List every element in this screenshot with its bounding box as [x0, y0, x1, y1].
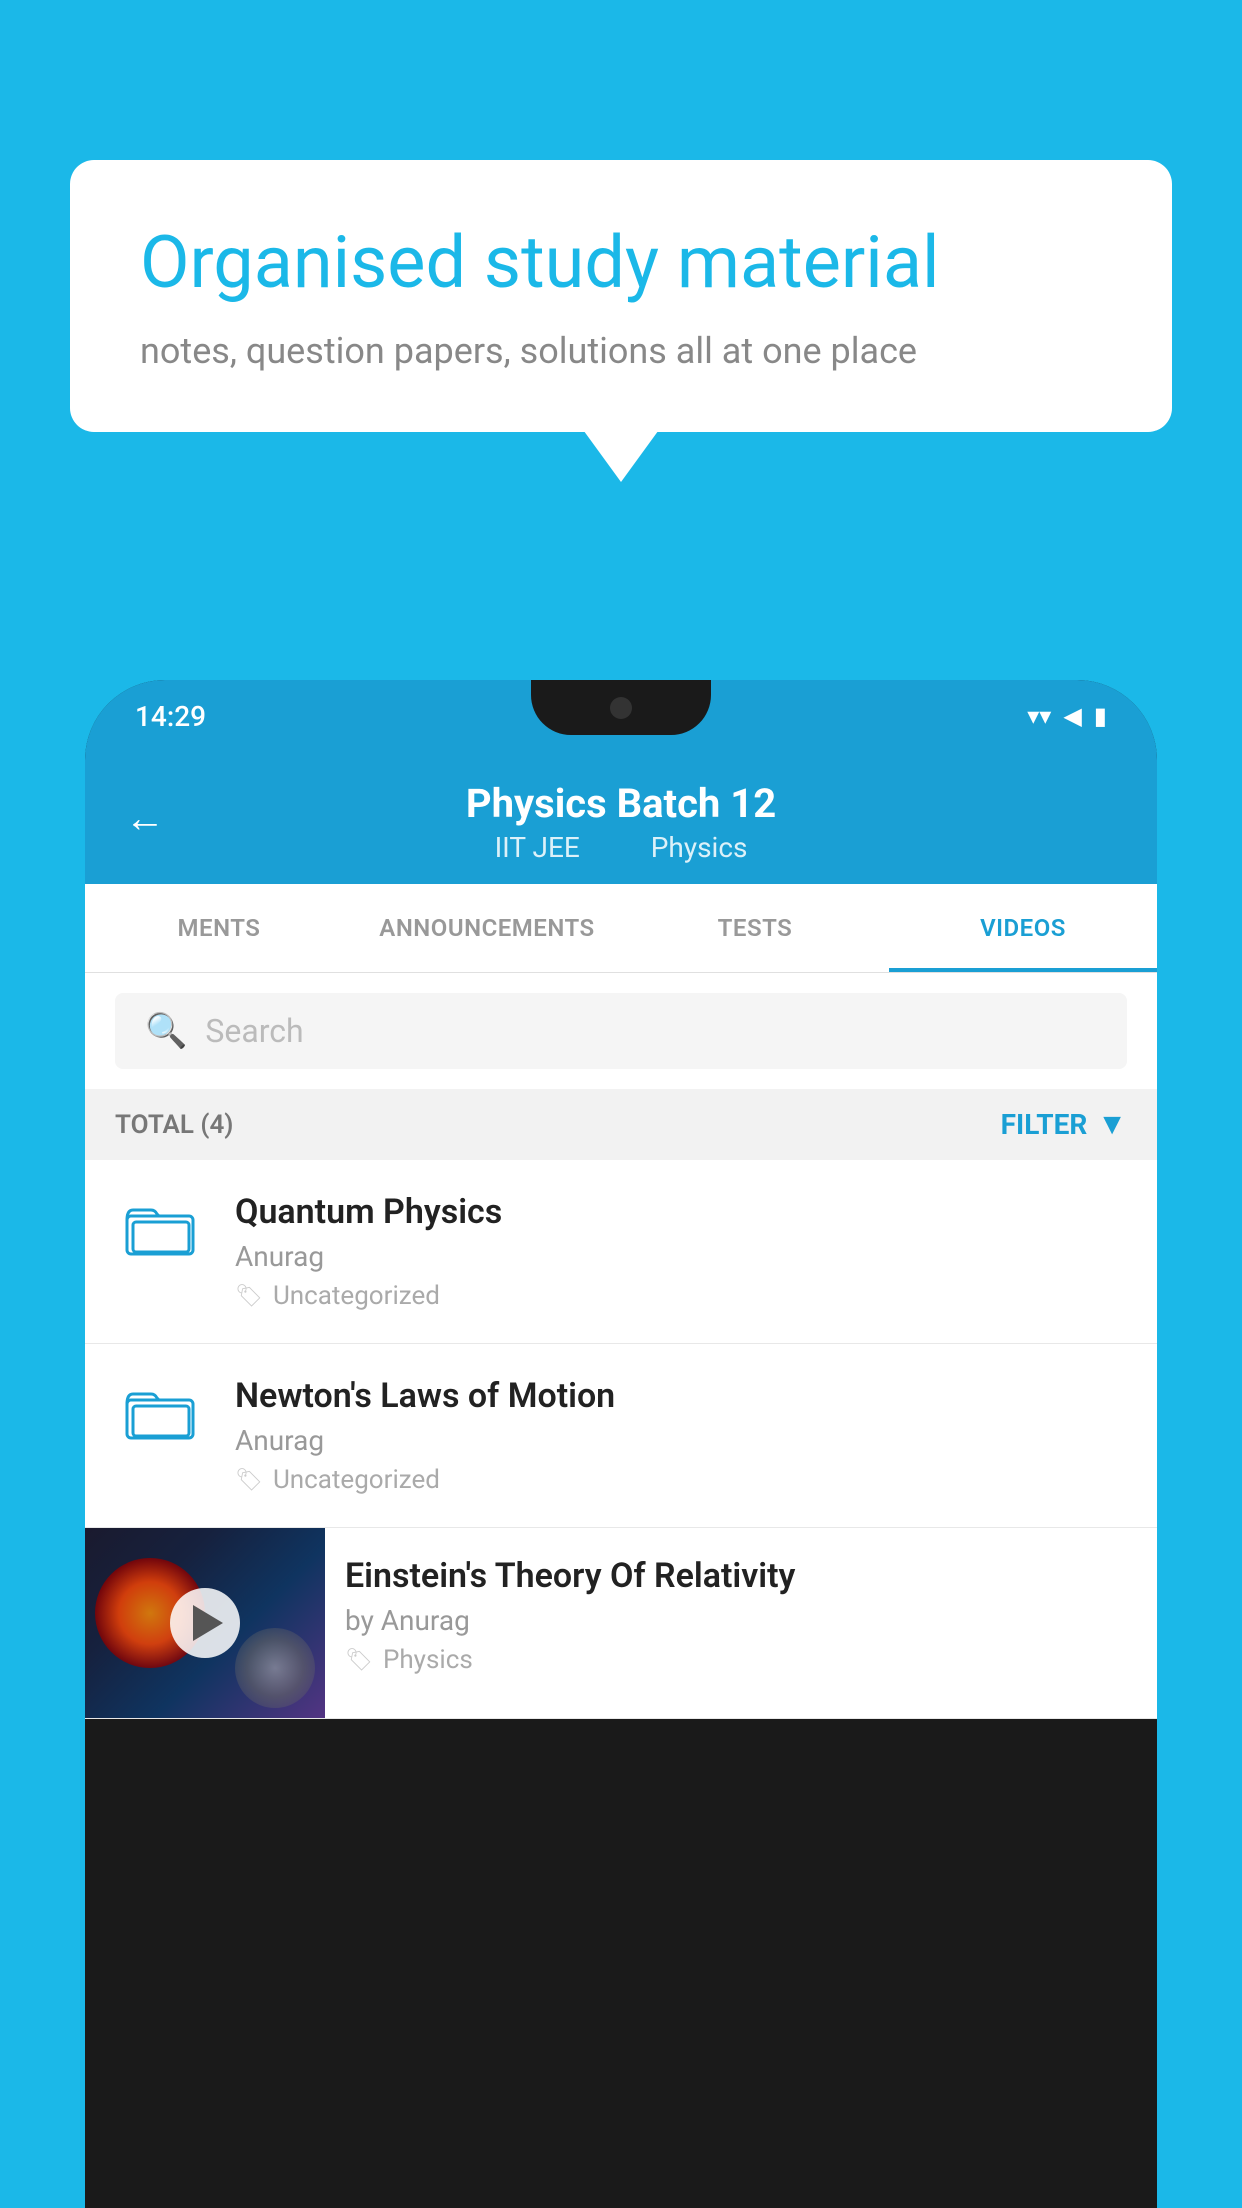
list-item-video[interactable]: Einstein's Theory Of Relativity by Anura…	[85, 1528, 1157, 1719]
signal-icon: ◀	[1063, 702, 1081, 730]
video-details: Einstein's Theory Of Relativity by Anura…	[325, 1528, 1157, 1703]
camera-dot	[610, 697, 632, 719]
subtitle-iit: IIT JEE	[495, 831, 580, 864]
tag-label: Uncategorized	[273, 1465, 440, 1495]
tag-icon: 🏷	[235, 1284, 263, 1309]
status-bar: 14:29 ▾▾ ◀ ▮	[85, 680, 1157, 752]
status-icons: ▾▾ ◀ ▮	[1027, 702, 1107, 730]
tab-videos[interactable]: VIDEOS	[889, 884, 1157, 972]
subtitle-physics: Physics	[651, 831, 748, 864]
tab-announcements[interactable]: ANNOUNCEMENTS	[353, 884, 621, 972]
item-author: Anurag	[235, 1240, 1127, 1273]
speech-bubble: Organised study material notes, question…	[70, 160, 1172, 432]
video-title: Einstein's Theory Of Relativity	[345, 1556, 1137, 1596]
play-icon	[193, 1605, 223, 1641]
item-title: Quantum Physics	[235, 1192, 1127, 1232]
tag-icon: 🏷	[345, 1648, 373, 1673]
play-button[interactable]	[170, 1588, 240, 1658]
phone-frame: 14:29 ▾▾ ◀ ▮ ← Physics Batch 12 IIT JEE …	[85, 680, 1157, 2208]
list-item[interactable]: Newton's Laws of Motion Anurag 🏷 Uncateg…	[85, 1344, 1157, 1528]
header-subtitle: IIT JEE Physics	[125, 831, 1117, 864]
search-input[interactable]: Search	[205, 1012, 303, 1050]
item-author: Anurag	[235, 1424, 1127, 1457]
wifi-icon: ▾▾	[1027, 702, 1051, 730]
search-bar[interactable]: 🔍 Search	[115, 993, 1127, 1069]
video-thumbnail	[85, 1528, 325, 1718]
tag-icon: 🏷	[235, 1468, 263, 1493]
tag-label: Uncategorized	[273, 1281, 440, 1311]
video-author: by Anurag	[345, 1604, 1137, 1637]
tabs-bar: MENTS ANNOUNCEMENTS TESTS VIDEOS	[85, 884, 1157, 973]
tag-label: Physics	[383, 1645, 473, 1675]
app-header: ← Physics Batch 12 IIT JEE Physics	[85, 752, 1157, 884]
item-details: Newton's Laws of Motion Anurag 🏷 Uncateg…	[235, 1376, 1127, 1495]
content-list: Quantum Physics Anurag 🏷 Uncategorized	[85, 1160, 1157, 1719]
status-time: 14:29	[135, 700, 206, 733]
filter-button[interactable]: FILTER ▼	[1001, 1107, 1127, 1142]
folder-icon	[125, 1198, 195, 1267]
filter-icon: ▼	[1097, 1107, 1127, 1142]
header-title: Physics Batch 12	[125, 780, 1117, 827]
tab-ments[interactable]: MENTS	[85, 884, 353, 972]
video-tag: 🏷 Physics	[345, 1645, 1137, 1675]
tab-tests[interactable]: TESTS	[621, 884, 889, 972]
search-bar-container: 🔍 Search	[85, 973, 1157, 1089]
item-icon-box	[115, 1376, 205, 1446]
total-count: TOTAL (4)	[115, 1110, 233, 1140]
search-icon: 🔍	[145, 1011, 187, 1051]
notch	[531, 680, 711, 735]
speech-bubble-card: Organised study material notes, question…	[70, 160, 1172, 432]
back-button[interactable]: ←	[125, 795, 165, 842]
item-tag: 🏷 Uncategorized	[235, 1281, 1127, 1311]
folder-icon	[125, 1382, 195, 1446]
list-item[interactable]: Quantum Physics Anurag 🏷 Uncategorized	[85, 1160, 1157, 1344]
bubble-title: Organised study material	[140, 220, 1102, 306]
bubble-subtitle: notes, question papers, solutions all at…	[140, 330, 1102, 372]
filter-bar: TOTAL (4) FILTER ▼	[85, 1089, 1157, 1160]
item-tag: 🏷 Uncategorized	[235, 1465, 1127, 1495]
item-details: Quantum Physics Anurag 🏷 Uncategorized	[235, 1192, 1127, 1311]
item-icon-box	[115, 1192, 205, 1267]
battery-icon: ▮	[1094, 702, 1107, 730]
filter-label: FILTER	[1001, 1108, 1088, 1141]
item-title: Newton's Laws of Motion	[235, 1376, 1127, 1416]
